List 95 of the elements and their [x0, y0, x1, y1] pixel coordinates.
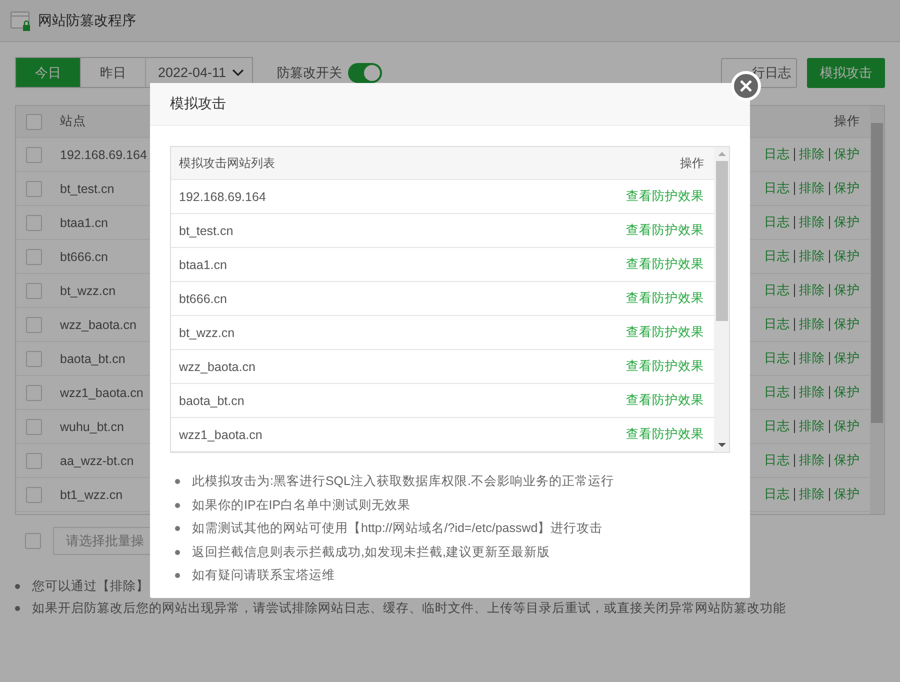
column-header: 模拟攻击网站列表 — [179, 154, 275, 172]
action-link[interactable]: 日志 — [764, 214, 790, 231]
note-text: 您可以通过【排除】 — [32, 578, 149, 594]
action-link[interactable]: 日志 — [764, 384, 790, 401]
action-link[interactable]: 日志 — [764, 418, 790, 435]
site-name: bt_test.cn — [60, 182, 114, 196]
checkbox[interactable] — [26, 452, 42, 468]
action-link[interactable]: 排除 — [799, 214, 825, 231]
note-text: 如果开启防篡改后您的网站出现异常，请尝试排除网站日志、缓存、临时文件、上传等目录后重试，或直接关闭异常网站防篡改功能 — [32, 600, 786, 616]
view-protection-link[interactable]: 查看防护效果 — [626, 256, 704, 273]
action-link[interactable]: 保护 — [834, 248, 860, 265]
action-link[interactable]: 日志 — [764, 248, 790, 265]
scroll-up-icon[interactable] — [718, 151, 726, 157]
checkbox[interactable] — [26, 282, 42, 298]
simulate-attack-button[interactable]: 模拟攻击 — [807, 58, 885, 88]
site-name: aa_wzz-bt.cn — [60, 454, 134, 468]
checkbox[interactable] — [25, 533, 41, 549]
view-protection-link[interactable]: 查看防护效果 — [626, 188, 704, 205]
action-link[interactable]: 保护 — [834, 146, 860, 163]
action-link[interactable]: 排除 — [799, 452, 825, 469]
column-header: 操作 — [834, 113, 860, 130]
action-link[interactable]: 日志 — [764, 486, 790, 503]
checkbox[interactable] — [26, 350, 42, 366]
checkbox[interactable] — [26, 146, 42, 162]
note-text: 如果你的IP在IP白名单中测试则无效果 — [192, 496, 411, 514]
checkbox[interactable] — [26, 418, 42, 434]
action-link[interactable]: 日志 — [764, 316, 790, 333]
view-protection-link[interactable]: 查看防护效果 — [626, 222, 704, 239]
action-link[interactable]: 日志 — [764, 282, 790, 299]
action-link[interactable]: 排除 — [799, 146, 825, 163]
action-link[interactable]: 保护 — [834, 350, 860, 367]
note-text: 如需测试其他的网站可使用【http://网站域名/?id=/etc/passwd】进行攻击 — [192, 520, 603, 538]
view-protection-link[interactable]: 查看防护效果 — [626, 426, 704, 443]
window-title: 网站防篡改程序 — [38, 12, 136, 30]
note-text: 如有疑问请联系宝塔运维 — [192, 567, 335, 584]
checkbox[interactable] — [26, 248, 42, 264]
scrollbar[interactable] — [714, 147, 729, 452]
action-link[interactable]: 保护 — [834, 452, 860, 469]
view-protection-link[interactable]: 查看防护效果 — [626, 290, 704, 307]
window-lock-icon — [10, 10, 32, 32]
action-link[interactable]: 保护 — [834, 316, 860, 333]
action-link[interactable]: 日志 — [764, 452, 790, 469]
action-link[interactable]: 排除 — [799, 180, 825, 197]
site-name: btaa1.cn — [179, 258, 227, 272]
site-name: bt_wzz.cn — [60, 284, 116, 298]
site-name: wuhu_bt.cn — [60, 420, 124, 434]
action-link[interactable]: 保护 — [834, 418, 860, 435]
close-icon — [739, 79, 753, 93]
site-name: bt666.cn — [179, 292, 227, 306]
note-text: 返回拦截信息则表示拦截成功,如发现未拦截,建议更新至最新版 — [192, 544, 550, 561]
dialog-title: 模拟攻击 — [170, 95, 226, 113]
action-link[interactable]: 保护 — [834, 180, 860, 197]
action-link[interactable]: 排除 — [799, 316, 825, 333]
site-name: wzz_baota.cn — [179, 360, 256, 374]
scrollbar[interactable] — [870, 106, 884, 514]
site-name: bt_test.cn — [179, 224, 234, 238]
action-link[interactable]: 排除 — [799, 350, 825, 367]
site-name: bt1_wzz.cn — [60, 488, 123, 502]
action-link[interactable]: 保护 — [834, 384, 860, 401]
site-name: baota_bt.cn — [179, 394, 244, 408]
action-link[interactable]: 日志 — [764, 146, 790, 163]
checkbox[interactable] — [26, 316, 42, 332]
site-name: bt_wzz.cn — [179, 326, 235, 340]
site-name: bt666.cn — [60, 250, 108, 264]
note-text: 此模拟攻击为:黑客进行SQL注入获取数据库权限.不会影响业务的正常运行 — [192, 473, 614, 490]
action-link[interactable]: 保护 — [834, 214, 860, 231]
checkbox[interactable] — [26, 214, 42, 230]
site-name: wzz1_baota.cn — [179, 428, 262, 442]
action-link[interactable]: 保护 — [834, 486, 860, 503]
scroll-down-icon[interactable] — [718, 442, 726, 448]
action-link[interactable]: 排除 — [799, 384, 825, 401]
checkbox[interactable] — [26, 384, 42, 400]
action-link[interactable]: 保护 — [834, 282, 860, 299]
action-link[interactable]: 日志 — [764, 180, 790, 197]
site-name: wzz1_baota.cn — [60, 386, 144, 400]
checkbox[interactable] — [26, 114, 42, 130]
action-link[interactable]: 排除 — [799, 486, 825, 503]
action-link[interactable]: 排除 — [799, 248, 825, 265]
site-name: wzz_baota.cn — [60, 318, 136, 332]
toggle-switch[interactable] — [348, 62, 382, 82]
action-link[interactable]: 排除 — [799, 418, 825, 435]
view-protection-link[interactable]: 查看防护效果 — [626, 392, 704, 409]
view-protection-link[interactable]: 查看防护效果 — [626, 324, 704, 341]
switch-label: 防篡改开关 — [277, 64, 342, 82]
site-name: 192.168.69.164 — [60, 148, 147, 162]
column-header: 站点 — [60, 113, 86, 130]
site-name: 192.168.69.164 — [179, 190, 266, 204]
checkbox[interactable] — [26, 486, 42, 502]
site-name: baota_bt.cn — [60, 352, 126, 366]
checkbox[interactable] — [26, 180, 42, 196]
view-protection-link[interactable]: 查看防护效果 — [626, 358, 704, 375]
column-header: 操作 — [680, 154, 704, 172]
site-name: btaa1.cn — [60, 216, 108, 230]
action-link[interactable]: 日志 — [764, 350, 790, 367]
action-link[interactable]: 排除 — [799, 282, 825, 299]
